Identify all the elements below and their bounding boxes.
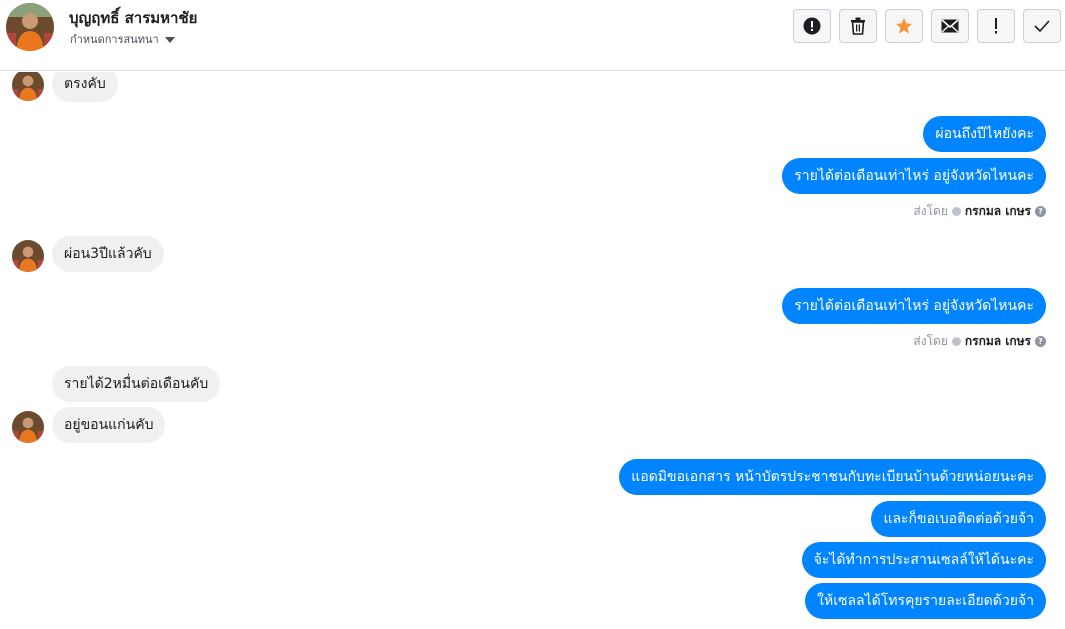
assign-label: กำหนดการสนทนา bbox=[70, 33, 159, 46]
conversation-header: บุญฤทธิ์ สารมหาชัย กำหนดการสนทนา bbox=[0, 0, 1065, 71]
conversation-toolbar bbox=[793, 9, 1061, 43]
mark-done-button[interactable] bbox=[1023, 9, 1061, 43]
assign-conversation-dropdown[interactable]: กำหนดการสนทนา bbox=[70, 30, 175, 48]
star-icon bbox=[896, 18, 912, 34]
follow-up-button[interactable] bbox=[977, 9, 1015, 43]
trash-icon bbox=[851, 17, 865, 35]
outgoing-message[interactable]: รายได้ต่อเดือนเท่าไหร่ อยู่จังหวัดไหนคะ bbox=[782, 288, 1046, 324]
help-icon[interactable]: ? bbox=[1035, 206, 1046, 217]
contact-name[interactable]: บุญฤทธิ์ สารมหาชัย bbox=[69, 6, 197, 30]
sent-by-info: ส่งโดย กรกมล เกษร ? bbox=[913, 332, 1046, 351]
caret-down-icon bbox=[164, 36, 175, 43]
avatar bbox=[12, 411, 44, 443]
avatar bbox=[12, 72, 44, 101]
sent-by-label: ส่งโดย bbox=[913, 334, 948, 348]
check-icon bbox=[1034, 20, 1050, 32]
incoming-message[interactable]: ตรงคับ bbox=[52, 72, 118, 102]
incoming-message[interactable]: อยู่ขอนแก่นคับ bbox=[52, 407, 166, 443]
page-icon bbox=[951, 337, 961, 346]
outgoing-message[interactable]: แอดมิขอเอกสาร หน้าบัตรประชาชนกับทะเบียนบ… bbox=[619, 459, 1046, 495]
incoming-message[interactable]: รายได้2หมื่นต่อเดือนคับ bbox=[52, 366, 221, 402]
mark-spam-button[interactable] bbox=[793, 9, 831, 43]
page-icon bbox=[951, 207, 961, 216]
sender-name[interactable]: กรกมล เกษร bbox=[965, 332, 1031, 351]
outgoing-message[interactable]: จ้ะได้ทำการประสานเซลล์ให้ได้นะคะ bbox=[801, 542, 1046, 578]
outgoing-message[interactable]: ให้เซลลได้โทรคุยรายละเอียดด้วยจ้า bbox=[805, 583, 1046, 619]
alert-circle-icon bbox=[803, 17, 821, 35]
outgoing-message[interactable]: ผ่อนถึงปีไหยังคะ bbox=[923, 116, 1046, 152]
incoming-message[interactable]: ผ่อน3ปีแล้วคับ bbox=[52, 236, 164, 272]
help-icon[interactable]: ? bbox=[1035, 336, 1046, 347]
delete-button[interactable] bbox=[839, 9, 877, 43]
exclamation-icon bbox=[995, 18, 997, 34]
sent-by-label: ส่งโดย bbox=[913, 204, 948, 218]
contact-avatar[interactable] bbox=[6, 3, 54, 51]
sender-name[interactable]: กรกมล เกษร bbox=[965, 202, 1031, 221]
avatar bbox=[12, 240, 44, 272]
outgoing-message[interactable]: และก็ขอเบอติดต่อด้วยจ้า bbox=[871, 501, 1046, 537]
message-thread[interactable]: ตรงคับ ผ่อนถึงปีไหยังคะ รายได้ต่อเดือนเท… bbox=[0, 72, 1065, 629]
star-button[interactable] bbox=[885, 9, 923, 43]
outgoing-message[interactable]: รายได้ต่อเดือนเท่าไหร่ อยู่จังหวัดไหนคะ bbox=[782, 158, 1046, 194]
mark-unread-button[interactable] bbox=[931, 9, 969, 43]
sent-by-info: ส่งโดย กรกมล เกษร ? bbox=[913, 202, 1046, 221]
mail-icon bbox=[941, 19, 959, 33]
